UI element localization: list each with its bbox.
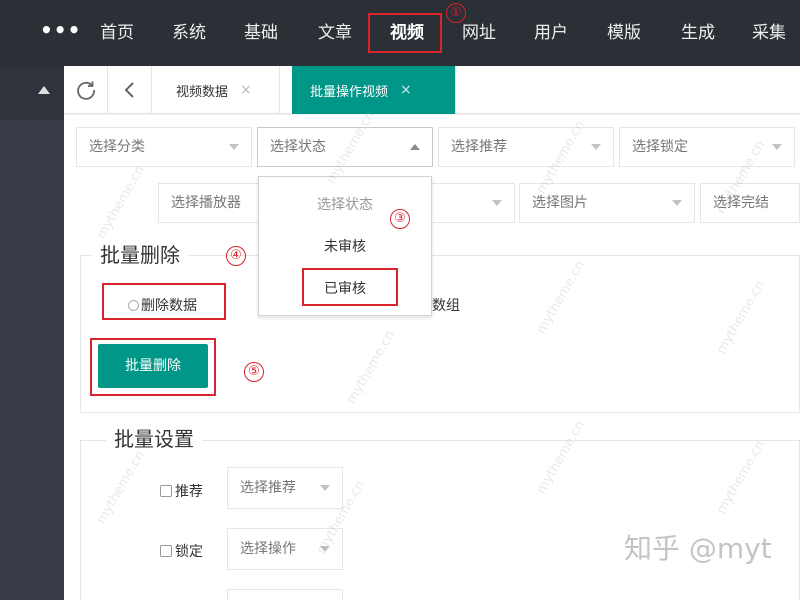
recommend-setting-select[interactable]: 选择推荐 xyxy=(227,467,343,509)
tab-label: 批量操作视频 xyxy=(310,84,389,100)
nav-item-collect[interactable]: 采集 xyxy=(752,18,786,48)
annotation-number-4: ④ xyxy=(226,246,246,266)
caret-down-icon xyxy=(320,485,330,491)
batch-delete-button[interactable]: 批量删除 xyxy=(98,344,208,388)
sidebar xyxy=(0,66,64,600)
lock-checkbox[interactable]: 锁定 xyxy=(160,541,203,561)
batch-delete-section xyxy=(80,255,800,413)
close-icon[interactable]: × xyxy=(240,82,252,98)
annotation-number-3: ③ xyxy=(390,209,410,229)
next-setting-select[interactable] xyxy=(227,589,343,600)
nav-item-video[interactable]: 视频 xyxy=(390,18,424,48)
close-icon[interactable]: × xyxy=(400,82,412,98)
batch-settings-section xyxy=(80,440,800,600)
nav-item-home[interactable]: 首页 xyxy=(100,18,134,48)
chevron-left-icon[interactable] xyxy=(108,66,152,114)
image-select[interactable]: 选择图片 xyxy=(519,183,695,223)
caret-up-icon xyxy=(410,144,420,150)
radio-circle-icon xyxy=(128,299,139,311)
annotation-number-1: ① xyxy=(446,3,466,23)
credit-watermark: 知乎 @myt xyxy=(624,532,772,565)
sidebar-header xyxy=(0,66,64,120)
caret-up-icon[interactable] xyxy=(38,86,50,94)
finished-select[interactable]: 选择完结 xyxy=(700,183,800,223)
tab-batch-video[interactable]: 批量操作视频 × xyxy=(292,66,456,114)
tab-label: 视频数据 xyxy=(176,84,229,100)
caret-down-icon xyxy=(320,546,330,552)
nav-item-website[interactable]: 网址 xyxy=(462,18,496,48)
partial-radio-label[interactable]: 数组 xyxy=(432,295,460,315)
caret-down-icon xyxy=(492,200,502,206)
batch-delete-legend: 批量删除 xyxy=(92,242,188,268)
more-dots-icon[interactable]: ••• xyxy=(40,20,80,44)
tab-bar: 视频数据 × 批量操作视频 × xyxy=(64,66,800,114)
nav-item-article[interactable]: 文章 xyxy=(318,18,352,48)
caret-down-icon xyxy=(229,144,239,150)
batch-settings-legend: 批量设置 xyxy=(106,426,202,452)
lock-setting-select[interactable]: 选择操作 xyxy=(227,528,343,570)
delete-data-radio[interactable]: 删除数据 xyxy=(128,295,197,315)
nav-item-generate[interactable]: 生成 xyxy=(681,18,715,48)
recommend-select[interactable]: 选择推荐 xyxy=(438,127,614,167)
annotation-number-5: ⑤ xyxy=(244,362,264,382)
refresh-icon[interactable] xyxy=(64,66,108,114)
dropdown-option-unreviewed[interactable]: 未审核 xyxy=(259,229,431,265)
checkbox-icon xyxy=(160,545,172,557)
dropdown-option-reviewed[interactable]: 已审核 xyxy=(259,271,431,307)
caret-down-icon xyxy=(591,144,601,150)
checkbox-icon xyxy=(160,485,172,497)
top-nav: ••• 首页 系统 基础 文章 视频 网址 用户 模版 生成 采集 xyxy=(0,0,800,66)
tab-video-data[interactable]: 视频数据 × xyxy=(158,66,280,114)
nav-item-system[interactable]: 系统 xyxy=(172,18,206,48)
nav-item-basic[interactable]: 基础 xyxy=(244,18,278,48)
lock-select[interactable]: 选择锁定 xyxy=(619,127,795,167)
nav-item-template[interactable]: 模版 xyxy=(607,18,641,48)
status-dropdown: 选择状态 未审核 已审核 xyxy=(258,176,432,316)
recommend-checkbox[interactable]: 推荐 xyxy=(160,481,203,501)
caret-down-icon xyxy=(772,144,782,150)
nav-item-user[interactable]: 用户 xyxy=(534,18,568,48)
category-select[interactable]: 选择分类 xyxy=(76,127,252,167)
status-select[interactable]: 选择状态 xyxy=(257,127,433,167)
caret-down-icon xyxy=(672,200,682,206)
